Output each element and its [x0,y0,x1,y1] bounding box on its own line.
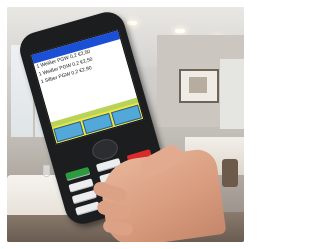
ceiling-light [175,29,185,33]
photo-frame: 1 Weißer PGW 0,2 €2,50 1 Weißer PGW 0,2 … [7,7,244,242]
chair [222,159,238,187]
doorway [220,59,244,129]
wall-art [179,69,219,103]
wine-glass [43,165,50,177]
ceiling-light [127,21,137,25]
device-screen: 1 Weißer PGW 0,2 €2,50 1 Weißer PGW 0,2 … [29,29,145,145]
